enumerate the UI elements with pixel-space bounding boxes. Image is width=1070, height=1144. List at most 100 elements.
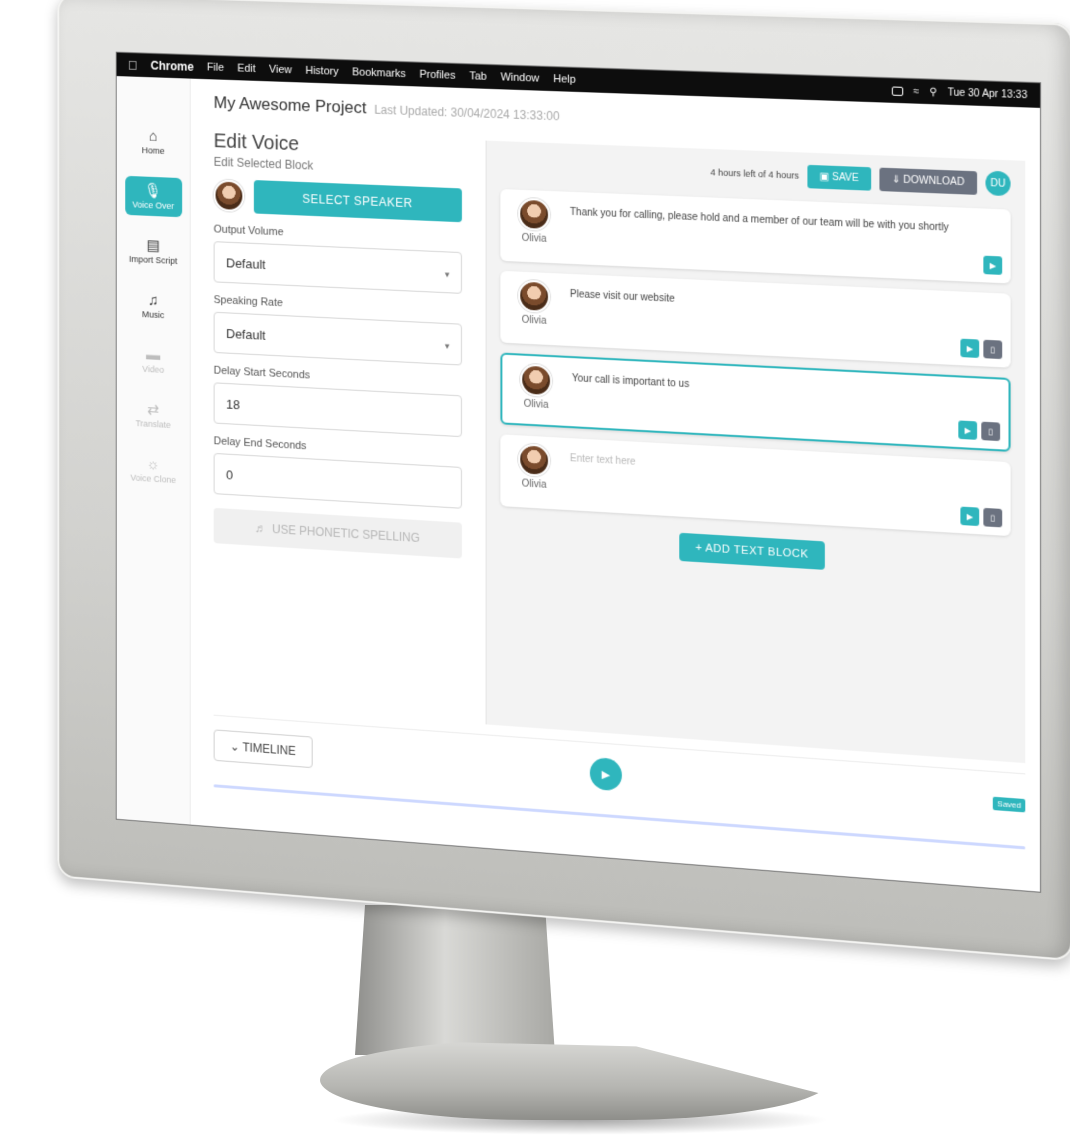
video-icon: ▬ [146,346,161,364]
speaker-name: Olivia [521,314,547,327]
block-speaker[interactable]: Olivia [512,363,560,417]
search-icon[interactable]: ⚲ [929,86,937,98]
speaker-name: Olivia [521,232,547,245]
menu-clock[interactable]: Tue 30 Apr 13:33 [948,87,1028,101]
block-text[interactable]: Please visit our website [558,281,1000,359]
delete-block-button[interactable]: ▯ [983,339,1003,360]
avatar [518,443,550,477]
speaking-rate-value: Default [226,325,266,343]
text-block[interactable]: Olivia Thank you for calling, please hol… [500,189,1011,284]
menu-tab[interactable]: Tab [469,70,487,83]
avatar [518,197,550,231]
block-text[interactable]: Your call is important to us [560,366,998,441]
chevron-down-icon: ▼ [443,270,452,280]
home-icon: ⌂ [148,127,158,145]
block-actions: ▶ ▯ [958,420,1001,442]
speaker-name: Olivia [521,478,547,491]
add-text-block-button[interactable]: + ADD TEXT BLOCK [679,532,825,570]
block-speaker[interactable]: Olivia [510,443,558,502]
select-speaker-button[interactable]: SELECT SPEAKER [253,180,462,223]
sidebar-item-label: Video [142,363,164,375]
download-label: DOWNLOAD [903,174,965,188]
menu-file[interactable]: File [207,62,224,74]
phonetic-spelling-label: USE PHONETIC SPELLING [272,522,420,545]
output-volume-value: Default [226,254,266,272]
sidebar-item-video[interactable]: ▬ Video [125,340,182,382]
text-block[interactable]: Olivia Please visit our website ▶ ▯ [500,270,1011,368]
sidebar-item-music[interactable]: ♫ Music [125,285,182,327]
wifi-icon[interactable]: ≈ [913,86,919,97]
avatar [518,279,550,313]
translate-icon: ⇄ [147,401,160,419]
chevron-down-icon: ⌄ [229,739,240,754]
delay-end-input[interactable]: 0 [213,452,462,509]
status-area: ≈ ⚲ Tue 30 Apr 13:33 [891,85,1028,101]
timeline-play-button[interactable]: ▶ [589,756,622,792]
user-avatar[interactable]: DU [985,170,1011,197]
save-button[interactable]: ▣ SAVE [807,164,872,191]
monitor-scene:  Chrome File Edit View History Bookmark… [0,0,1070,1144]
main-area: My Awesome Project Last Updated: 30/04/2… [191,79,1040,892]
menu-app-name[interactable]: Chrome [151,59,194,74]
hours-left: 4 hours left of 4 hours [710,167,799,181]
sidebar-item-voice-clone[interactable]: ☼ Voice Clone [125,449,182,491]
play-block-button[interactable]: ▶ [958,420,978,440]
project-title[interactable]: My Awesome Project [214,93,367,118]
timeline-label: TIMELINE [242,740,296,759]
script-panel: 4 hours left of 4 hours ▣ SAVE ⇓ DOWNLOA… [485,140,1026,764]
menu-help[interactable]: Help [553,73,576,86]
chevron-down-icon: ▼ [443,341,452,352]
sidebar: ⌂ Home 🎙 Voice Over ▤ Import Script ♫ Mu… [116,76,191,825]
menu-history[interactable]: History [305,65,338,78]
sidebar-item-voice-over[interactable]: 🎙 Voice Over [124,175,182,218]
timeline-track[interactable] [213,784,1026,850]
sidebar-item-translate[interactable]: ⇄ Translate [125,394,182,436]
speaking-rate-select[interactable]: Default ▼ [213,311,462,366]
download-icon: ⇓ [891,173,901,186]
delay-start-input[interactable]: 18 [213,382,462,438]
block-text-placeholder[interactable]: Enter text here [558,445,1000,527]
block-speaker[interactable]: Olivia [510,279,558,337]
battery-icon[interactable] [891,85,904,96]
play-block-button[interactable]: ▶ [960,506,980,527]
delete-block-button[interactable]: ▯ [981,421,1001,442]
sidebar-item-label: Voice Clone [130,472,176,486]
block-actions: ▶ ▯ [960,506,1003,528]
menu-bookmarks[interactable]: Bookmarks [352,66,406,80]
text-block[interactable]: Olivia Enter text here ▶ ▯ [500,434,1011,537]
menu-edit[interactable]: Edit [237,63,255,75]
monitor-stand-neck [355,905,555,1055]
phonetic-spelling-button[interactable]: ♬ USE PHONETIC SPELLING [213,507,462,559]
play-block-button[interactable]: ▶ [960,338,980,358]
edit-voice-panel: Edit Voice Edit Selected Block SELECT SP… [213,130,462,722]
block-actions: ▶ [983,255,1003,275]
text-block-selected[interactable]: Olivia Your call is important to us ▶ ▯ [500,352,1011,452]
music-note-icon: ♫ [147,291,159,310]
sidebar-item-label: Home [141,145,165,156]
menu-window[interactable]: Window [501,71,540,84]
menu-view[interactable]: View [269,64,292,77]
block-text[interactable]: Thank you for calling, please hold and a… [558,199,1000,275]
last-updated: Last Updated: 30/04/2024 13:33:00 [374,102,560,124]
apple-icon[interactable]:  [128,57,137,72]
sidebar-item-label: Import Script [128,254,178,266]
play-block-button[interactable]: ▶ [983,255,1003,275]
save-icon: ▣ [819,170,830,183]
save-label: SAVE [832,171,859,184]
delete-block-button[interactable]: ▯ [983,507,1003,528]
sidebar-item-label: Voice Over [132,199,175,212]
block-speaker[interactable]: Olivia [510,197,558,255]
monitor-stand-base [320,1040,830,1120]
sidebar-item-import-script[interactable]: ▤ Import Script [125,230,182,272]
sidebar-item-label: Music [141,309,165,321]
avatar [213,179,245,213]
block-actions: ▶ ▯ [960,338,1003,360]
download-button[interactable]: ⇓ DOWNLOAD [879,167,978,195]
app-shell: ⌂ Home 🎙 Voice Over ▤ Import Script ♫ Mu… [116,76,1040,892]
menu-profiles[interactable]: Profiles [419,69,455,82]
timeline-toggle-button[interactable]: ⌄ TIMELINE [213,729,313,769]
sidebar-item-home[interactable]: ⌂ Home [125,121,182,162]
sidebar-item-label: Translate [135,418,171,430]
monitor-screen:  Chrome File Edit View History Bookmark… [115,51,1042,893]
output-volume-select[interactable]: Default ▼ [213,241,462,294]
